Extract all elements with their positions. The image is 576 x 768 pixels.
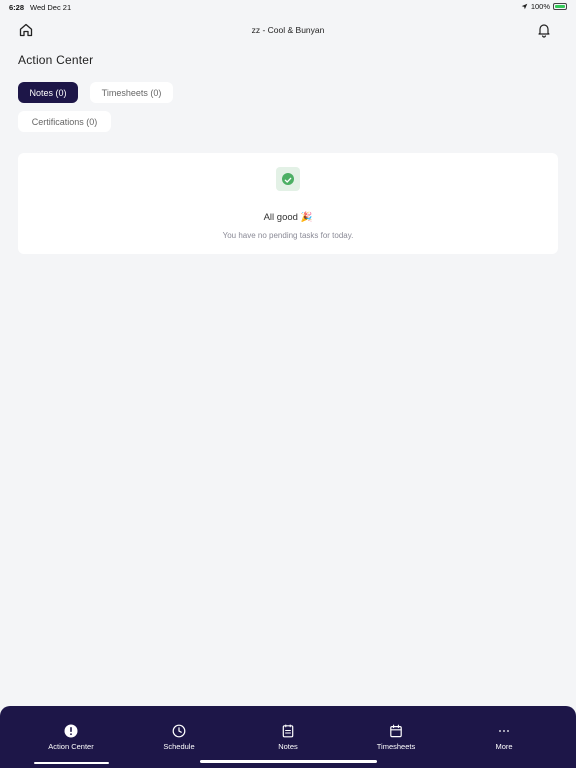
nav-label-more: More [495, 742, 513, 751]
active-tab-indicator [34, 762, 109, 764]
status-right: 100% [521, 2, 567, 11]
page-title: Action Center [18, 53, 94, 67]
nav-schedule[interactable]: Schedule [134, 706, 224, 768]
more-icon [499, 730, 509, 732]
empty-state-card: All good 🎉 You have no pending tasks for… [18, 153, 558, 254]
battery-percent: 100% [530, 2, 550, 11]
header-title: zz - Cool & Bunyan [251, 25, 325, 35]
status-bar: 6:28 Wed Dec 21 100% [0, 0, 576, 14]
success-badge [276, 167, 300, 191]
app-header: zz - Cool & Bunyan [0, 18, 576, 44]
tab-notes[interactable]: Notes (0) [18, 82, 78, 103]
nav-action-center[interactable]: Action Center [26, 706, 116, 768]
check-icon [282, 173, 294, 185]
nav-timesheets[interactable]: Timesheets [351, 706, 441, 768]
nav-label-schedule: Schedule [163, 742, 195, 751]
status-date: Wed Dec 21 [30, 3, 72, 12]
alert-icon [64, 724, 78, 738]
home-indicator [200, 760, 377, 763]
nav-more[interactable]: More [459, 706, 549, 768]
tab-certifications[interactable]: Certifications (0) [18, 111, 111, 132]
battery-icon [553, 3, 567, 10]
empty-state-title: All good 🎉 [263, 212, 313, 223]
nav-label-action-center: Action Center [48, 742, 94, 751]
nav-label-timesheets: Timesheets [376, 742, 416, 751]
tab-timesheets[interactable]: Timesheets (0) [90, 82, 173, 103]
notifications-button[interactable] [536, 22, 552, 38]
bottom-nav: Action Center Schedule Notes Timesheets … [0, 706, 576, 768]
nav-label-notes: Notes [278, 742, 298, 751]
location-icon [521, 3, 528, 10]
nav-notes[interactable]: Notes [243, 706, 333, 768]
empty-state-subtitle: You have no pending tasks for today. [222, 231, 354, 240]
calendar-icon [390, 724, 402, 738]
clock-icon [172, 724, 186, 738]
bell-icon [538, 24, 550, 38]
notepad-icon [282, 724, 294, 738]
status-time: 6:28 [9, 3, 25, 12]
